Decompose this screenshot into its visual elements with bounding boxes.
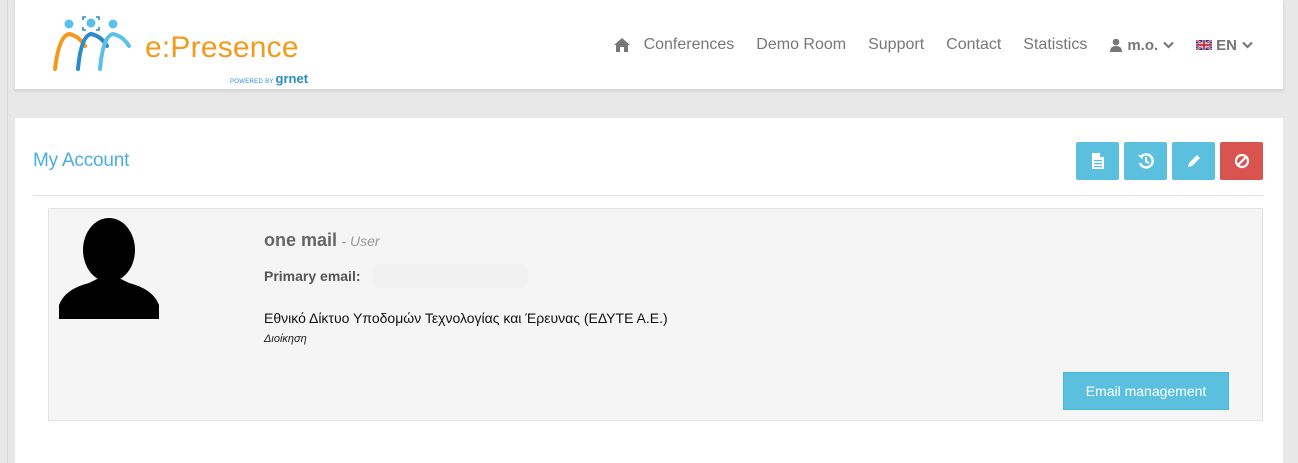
top-navbar: e:Presence POWERED BY grnet Conferences … <box>15 0 1283 90</box>
nav-conferences[interactable]: Conferences <box>644 36 735 54</box>
document-icon <box>1091 153 1104 169</box>
organization-name: Εθνικό Δίκτυο Υποδομών Τεχνολογίας και Έ… <box>264 310 668 326</box>
history-button[interactable] <box>1124 142 1167 180</box>
account-panel: My Account one mail - User Primary email… <box>15 118 1283 463</box>
nav-contact[interactable]: Contact <box>946 36 1001 54</box>
primary-email-row: Primary email: <box>264 264 528 288</box>
account-toolbar <box>1071 142 1263 180</box>
logo-provider: grnet <box>275 71 309 86</box>
avatar-silhouette-icon <box>59 218 159 319</box>
email-management-button[interactable]: Email management <box>1063 372 1229 410</box>
pencil-icon <box>1187 155 1200 167</box>
primary-email-value <box>372 264 528 288</box>
history-icon <box>1137 153 1154 169</box>
user-icon <box>1110 38 1123 52</box>
title-divider <box>33 195 1263 196</box>
chevron-down-icon <box>1242 41 1253 49</box>
nav-support[interactable]: Support <box>868 36 924 54</box>
logo-powered-label: POWERED BY <box>230 79 274 85</box>
language-menu[interactable]: EN <box>1196 37 1253 54</box>
chevron-down-icon <box>1163 41 1174 49</box>
user-menu-label: m.o. <box>1127 36 1159 54</box>
language-label: EN <box>1216 36 1237 54</box>
user-heading: one mail - User <box>264 230 380 251</box>
department-name: Διοίκηση <box>264 333 307 345</box>
logo-figures-icon <box>53 16 131 71</box>
profile-card: one mail - User Primary email: Εθνικό Δί… <box>48 208 1263 421</box>
ban-icon <box>1234 153 1249 169</box>
main-nav: Conferences Demo Room Support Contact St… <box>613 36 1253 54</box>
edit-button[interactable] <box>1172 142 1215 180</box>
logo-powered-by: POWERED BY grnet <box>230 71 308 86</box>
user-role: - User <box>341 233 380 249</box>
home-icon[interactable] <box>613 36 631 54</box>
epresence-logo[interactable]: e:Presence POWERED BY grnet <box>45 14 315 86</box>
uk-flag-icon <box>1196 40 1213 50</box>
page-title: My Account <box>33 150 130 171</box>
deactivate-button[interactable] <box>1220 142 1263 180</box>
logo-brand-text: e:Presence <box>145 31 299 64</box>
nav-demo-room[interactable]: Demo Room <box>756 36 846 54</box>
primary-email-label: Primary email: <box>264 268 361 284</box>
nav-statistics[interactable]: Statistics <box>1023 36 1087 54</box>
user-menu[interactable]: m.o. <box>1109 37 1174 54</box>
left-border <box>0 0 8 463</box>
user-name: one mail <box>264 230 338 250</box>
document-button[interactable] <box>1076 142 1119 180</box>
